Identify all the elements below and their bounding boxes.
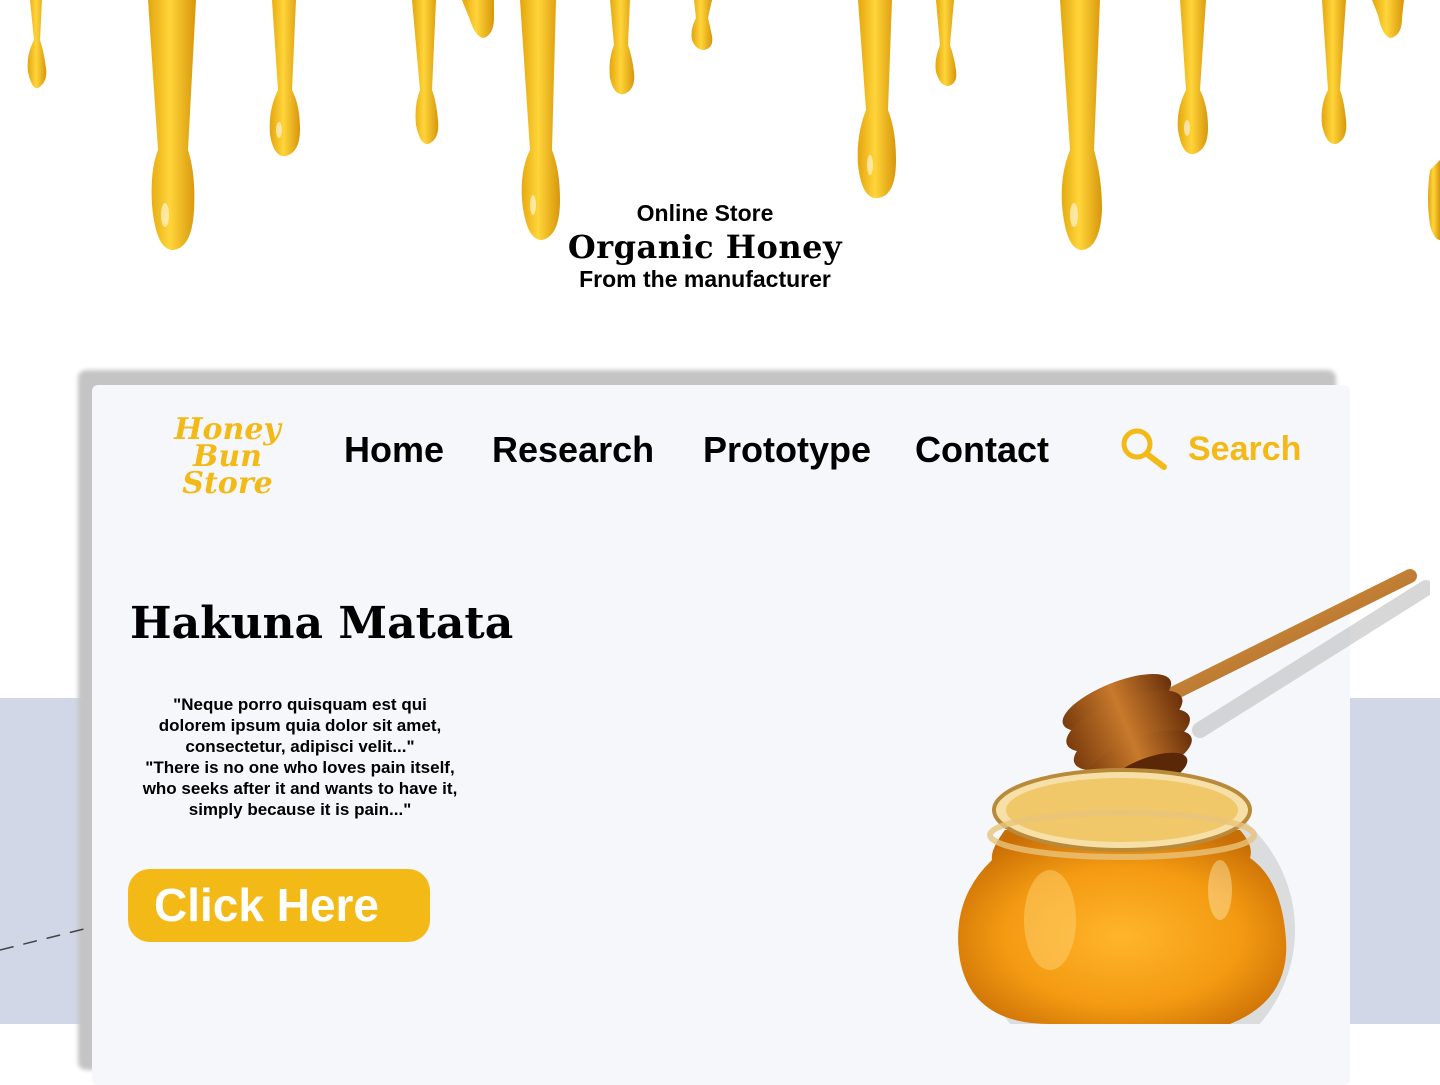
nav-item-research[interactable]: Research xyxy=(492,428,654,472)
quote-line: "There is no one who loves pain itself, xyxy=(145,758,455,777)
click-here-button[interactable]: Click Here xyxy=(128,869,430,942)
hero-line-online-store: Online Store xyxy=(636,200,774,226)
magnifier-icon xyxy=(1121,428,1167,470)
quote-line: consectetur, adipisci velit..." xyxy=(185,737,415,756)
logo-line-1: Honey Bun xyxy=(174,412,281,474)
quote-line: simply because it is pain..." xyxy=(188,800,412,819)
quote-text: "Neque porro quisquam est qui dolorem ip… xyxy=(120,694,480,820)
quote-line: dolorem ipsum quia dolor sit amet, xyxy=(158,716,442,735)
quote-line: "Neque porro quisquam est qui xyxy=(173,695,427,714)
main-headline: Hakuna Matata xyxy=(130,598,514,649)
nav-item-contact[interactable]: Contact xyxy=(915,428,1049,472)
search-label: Search xyxy=(1188,429,1302,468)
nav-item-home[interactable]: Home xyxy=(344,428,444,472)
store-logo[interactable]: Honey Bun Store xyxy=(140,412,315,501)
nav-item-prototype[interactable]: Prototype xyxy=(703,428,871,472)
honey-pot-dipper-image xyxy=(958,569,1430,1024)
hero-line-manufacturer: From the manufacturer xyxy=(579,266,831,292)
quote-line: who seeks after it and wants to have it, xyxy=(142,779,458,798)
dashed-line-decoration xyxy=(0,927,89,951)
hero-heading: Online Store Organic Honey From the manu… xyxy=(505,198,905,292)
logo-line-2: Store xyxy=(182,466,273,501)
hero-line-organic-honey: Organic Honey xyxy=(567,228,843,266)
search-button[interactable]: Search xyxy=(1120,424,1301,474)
